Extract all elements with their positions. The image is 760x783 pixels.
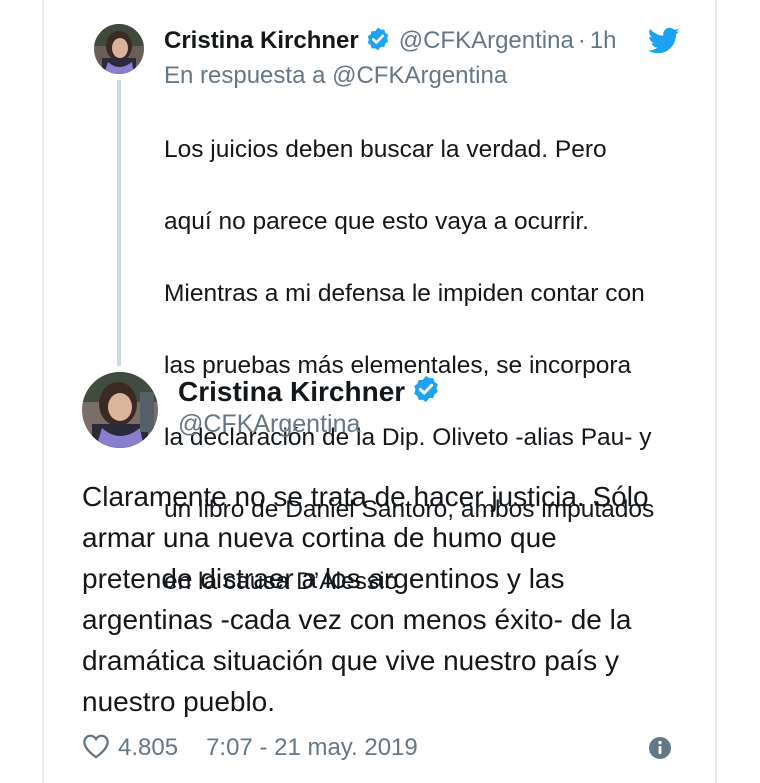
like-count[interactable]: 4.805 [118, 734, 178, 762]
parent-tweet-header: Cristina Kirchner @CFKArgentina · 1h [164, 24, 617, 58]
text-line: argentinas -cada vez con menos éxito- de… [82, 604, 632, 635]
text-line: pretende distraer a los argentinos y las [82, 563, 565, 594]
tweet-timestamp[interactable]: 7:07 - 21 may. 2019 [206, 734, 418, 762]
tweet-footer: 4.805 7:07 - 21 may. 2019 [82, 730, 418, 766]
parent-author-name[interactable]: Cristina Kirchner [164, 27, 359, 55]
parent-author-avatar[interactable] [94, 24, 144, 74]
text-line: nuestro pueblo. [82, 686, 276, 717]
text-line: armar una nueva cortina de humo que [82, 522, 557, 553]
info-icon[interactable] [648, 736, 672, 765]
reply-to-label[interactable]: En respuesta a @CFKArgentina [164, 62, 507, 90]
text-line: Claramente no se trata de hacer justicia… [82, 481, 649, 512]
parent-tweet-time[interactable]: 1h [590, 27, 617, 55]
verified-badge-icon [365, 26, 391, 57]
main-tweet-header: Cristina Kirchner [178, 374, 441, 409]
text-line: Los juicios deben buscar la verdad. Pero [164, 136, 607, 163]
twitter-bird-icon [647, 27, 680, 60]
main-author-avatar[interactable] [82, 372, 158, 448]
verified-badge-icon [411, 374, 441, 409]
timeline-border-left [42, 0, 44, 783]
text-line: Mientras a mi defensa le impiden contar … [164, 280, 645, 307]
timeline-border-right [715, 0, 717, 783]
separator-dot: · [577, 27, 586, 54]
parent-author-handle[interactable]: @CFKArgentina [399, 27, 574, 55]
main-author-handle[interactable]: @CFKArgentina [178, 410, 360, 439]
text-line: aquí no parece que esto vaya a ocurrir. [164, 208, 589, 235]
main-tweet-text: Claramente no se trata de hacer justicia… [82, 476, 702, 722]
heart-icon[interactable] [82, 733, 110, 764]
main-author-name[interactable]: Cristina Kirchner [178, 376, 405, 408]
text-line: dramática situación que vive nuestro paí… [82, 645, 619, 676]
thread-connector-line [117, 80, 121, 366]
